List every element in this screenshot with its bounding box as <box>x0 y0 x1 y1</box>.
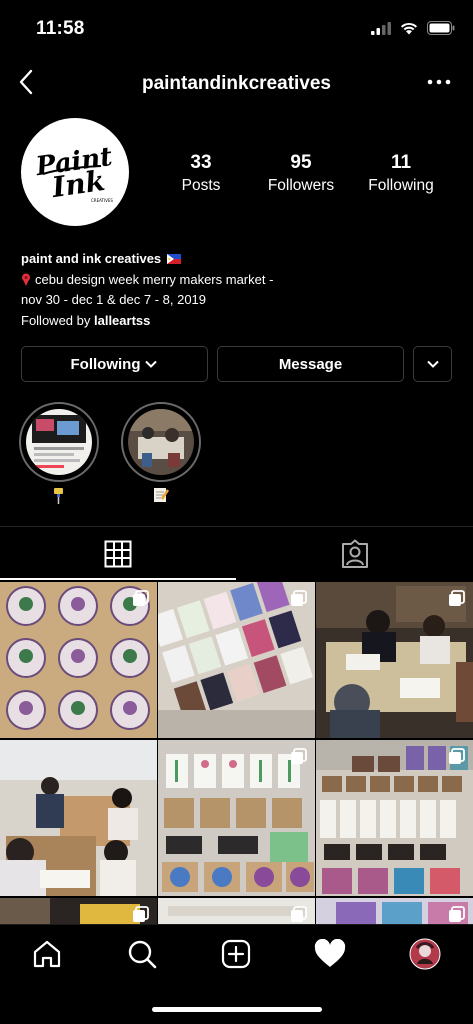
story-highlight-2[interactable] <box>121 402 201 482</box>
followers-label: Followers <box>267 177 335 194</box>
activity-heart-icon <box>314 939 346 967</box>
suggested-toggle-button[interactable] <box>413 346 452 382</box>
memo-emoji-icon <box>154 488 170 502</box>
post-thumbnail[interactable] <box>0 898 157 924</box>
paint-ink-logo: Paint Ink CREATIVES <box>33 142 114 204</box>
wifi-icon <box>401 22 417 34</box>
post-thumbnail[interactable] <box>158 740 315 896</box>
active-tab-indicator <box>0 578 236 580</box>
post-grid <box>0 582 473 924</box>
highlight-2-label <box>121 487 201 506</box>
svg-text:CREATIVES: CREATIVES <box>91 198 113 203</box>
highlight-1-cover <box>26 409 92 475</box>
nav-home[interactable] <box>30 937 64 971</box>
chevron-down-icon <box>145 360 158 368</box>
signal-icon <box>371 21 391 35</box>
multiple-posts-icon <box>133 590 149 606</box>
followed-by[interactable]: Followed by lalleartss <box>21 311 451 332</box>
profile-display-name: paint and ink creatives <box>21 251 162 266</box>
following-button-label: Following <box>70 355 141 373</box>
followers-count: 95 <box>290 152 312 173</box>
followed-by-prefix: Followed by <box>21 312 94 328</box>
highlight-1-label <box>19 487 99 508</box>
profile-header: paintandinkcreatives <box>0 60 473 106</box>
following-button[interactable]: Following <box>21 346 208 382</box>
followed-by-user[interactable]: lalleartss <box>94 313 150 328</box>
multiple-posts-icon <box>291 906 307 922</box>
status-time: 11:58 <box>36 18 85 39</box>
multiple-posts-icon <box>291 590 307 606</box>
message-button[interactable]: Message <box>217 346 404 382</box>
profile-avatar[interactable]: Paint Ink CREATIVES <box>21 118 129 226</box>
following-stat[interactable]: 11 Following <box>356 152 446 195</box>
home-indicator <box>152 1007 322 1012</box>
post-thumbnail[interactable] <box>158 582 315 738</box>
nav-search[interactable] <box>125 937 159 971</box>
profile-tabs <box>0 526 473 580</box>
nav-activity[interactable] <box>313 937 347 971</box>
nav-profile[interactable] <box>408 937 442 971</box>
followers-stat[interactable]: 95 Followers <box>256 152 346 195</box>
status-bar: 11:58 <box>0 0 473 56</box>
chevron-down-icon <box>426 360 439 368</box>
battery-icon <box>427 21 455 35</box>
posts-count: 33 <box>190 152 212 173</box>
multiple-posts-icon <box>449 748 465 764</box>
multiple-posts-icon <box>449 906 465 922</box>
following-label: Following <box>368 177 434 194</box>
highlight-2-cover <box>128 409 194 475</box>
pushpin-emoji-icon <box>54 488 63 504</box>
new-post-icon <box>221 939 251 969</box>
philippines-flag-icon <box>166 254 181 264</box>
bio-line-2: nov 30 - dec 1 & dec 7 - 8, 2019 <box>21 292 207 307</box>
multiple-posts-icon <box>449 590 465 606</box>
profile-username: paintandinkcreatives <box>141 73 332 94</box>
multiple-posts-icon <box>133 906 149 922</box>
profile-bio: paint and ink creatives cebu design week… <box>21 249 451 331</box>
pin-icon <box>22 273 30 286</box>
following-count: 11 <box>390 152 412 173</box>
multiple-posts-icon <box>291 748 307 764</box>
more-options-icon[interactable] <box>427 72 451 92</box>
tagged-icon <box>342 539 368 568</box>
search-icon <box>128 940 157 969</box>
message-button-label: Message <box>278 355 343 373</box>
story-highlight-1[interactable] <box>19 402 99 482</box>
grid-icon <box>104 540 132 567</box>
post-thumbnail[interactable] <box>316 582 473 738</box>
bio-line-1: cebu design week merry makers market - <box>35 271 274 287</box>
post-thumbnail[interactable] <box>0 740 157 896</box>
home-icon <box>33 940 61 968</box>
post-thumbnail[interactable] <box>0 582 157 738</box>
tab-tagged[interactable] <box>237 527 473 580</box>
tab-grid[interactable] <box>0 527 236 580</box>
nav-new-post[interactable] <box>219 937 253 971</box>
post-thumbnail[interactable] <box>316 740 473 896</box>
posts-label: Posts <box>181 177 221 194</box>
post-thumbnail[interactable] <box>158 898 315 924</box>
post-thumbnail[interactable] <box>316 898 473 924</box>
profile-avatar <box>409 938 441 970</box>
posts-stat[interactable]: 33 Posts <box>156 152 246 195</box>
